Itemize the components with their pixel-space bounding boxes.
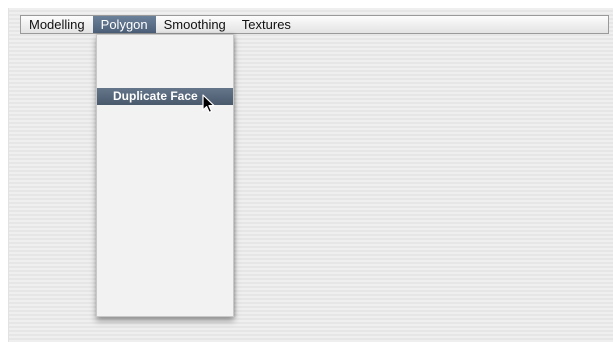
polygon-dropdown-menu: Duplicate Face <box>96 34 234 317</box>
menu-polygon[interactable]: Polygon <box>92 16 156 33</box>
arrow-cursor-icon <box>202 94 215 113</box>
menu-bar: Modelling Polygon Smoothing Textures <box>20 15 609 34</box>
menu-textures[interactable]: Textures <box>234 16 299 33</box>
menu-modelling[interactable]: Modelling <box>21 16 93 33</box>
menu-smoothing[interactable]: Smoothing <box>156 16 234 33</box>
